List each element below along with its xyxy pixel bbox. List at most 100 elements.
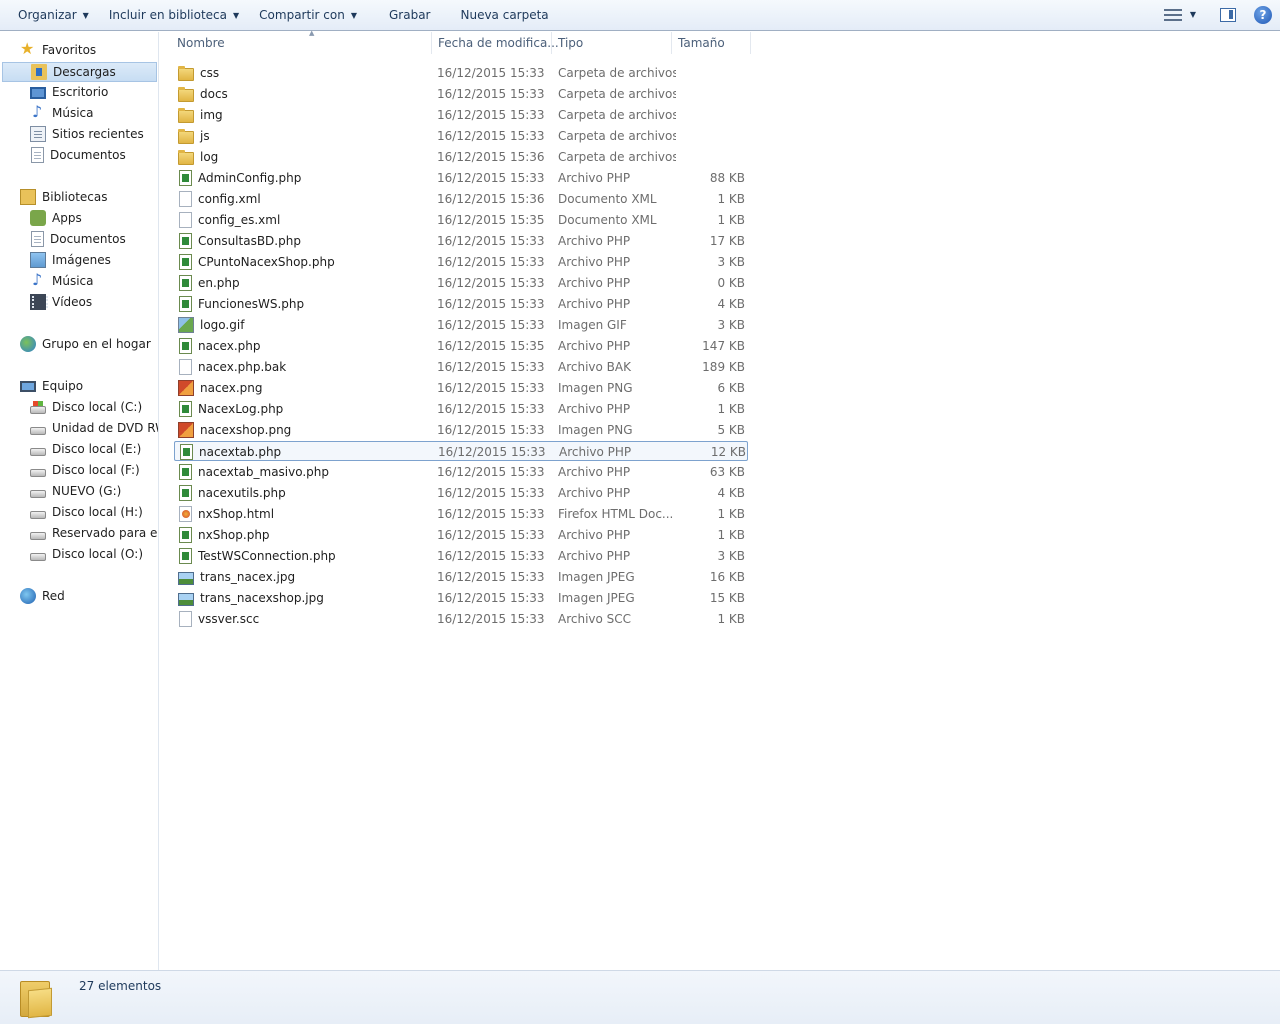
drive-icon xyxy=(30,469,46,477)
share-with-button[interactable]: Compartir con ▼ xyxy=(249,1,367,30)
file-date: 16/12/2015 15:33 xyxy=(437,612,545,626)
nav-drive-h[interactable]: Disco local (H:) xyxy=(30,502,143,522)
file-name-cell: nacexshop.png xyxy=(178,420,428,440)
file-row[interactable]: FuncionesWS.php 16/12/2015 15:33 Archivo P… xyxy=(174,294,748,314)
nav-lib-images[interactable]: Imágenes xyxy=(30,250,111,270)
nav-drive-dvd[interactable]: Unidad de DVD RW ( xyxy=(30,418,158,438)
file-size: 3 KB xyxy=(717,255,745,269)
preview-pane-icon[interactable] xyxy=(1220,7,1236,22)
file-row[interactable]: nacexshop.png 16/12/2015 15:33 Imagen PNG 5… xyxy=(174,420,748,440)
nav-music[interactable]: Música xyxy=(30,103,94,123)
nav-homegroup[interactable]: Grupo en el hogar xyxy=(20,334,151,354)
file-row[interactable]: en.php 16/12/2015 15:33 Archivo PHP 0 KB xyxy=(174,273,748,293)
file-row[interactable]: docs 16/12/2015 15:33 Carpeta de archivos xyxy=(174,84,748,104)
nav-lib-apps-label: Apps xyxy=(52,211,82,225)
command-bar: Organizar ▼ Incluir en biblioteca ▼ Compar… xyxy=(0,0,1280,31)
nav-libraries[interactable]: Bibliotecas xyxy=(20,187,107,207)
nav-documents[interactable]: Documentos xyxy=(30,145,126,165)
file-row[interactable]: nxShop.html 16/12/2015 15:33 Firefox HTML … xyxy=(174,504,748,524)
column-header-size[interactable]: Tamaño xyxy=(672,32,750,54)
file-row[interactable]: ConsultasBD.php 16/12/2015 15:33 Archivo P… xyxy=(174,231,748,251)
folder-icon xyxy=(178,107,194,123)
organize-button[interactable]: Organizar ▼ xyxy=(8,1,99,30)
nav-network[interactable]: Red xyxy=(20,586,65,606)
column-divider[interactable] xyxy=(750,32,751,54)
file-type: Archivo PHP xyxy=(558,276,631,290)
file-row[interactable]: NacexLog.php 16/12/2015 15:33 Archivo PHP 1… xyxy=(174,399,748,419)
folder-icon xyxy=(178,128,194,144)
nav-drive-c[interactable]: Disco local (C:) xyxy=(30,397,142,417)
burn-button[interactable]: Grabar xyxy=(367,1,441,30)
file-date: 16/12/2015 15:33 xyxy=(437,234,545,248)
file-row[interactable]: TestWSConnection.php 16/12/2015 15:33 Arch… xyxy=(174,546,748,566)
file-row[interactable]: nacex.png 16/12/2015 15:33 Imagen PNG 6 KB xyxy=(174,378,748,398)
nav-favorites[interactable]: Favoritos xyxy=(20,40,96,60)
php-file-icon xyxy=(179,464,192,480)
include-in-library-button[interactable]: Incluir en biblioteca ▼ xyxy=(99,1,249,30)
folder-icon xyxy=(178,86,194,102)
file-row[interactable]: vssver.scc 16/12/2015 15:33 Archivo SCC 1 K… xyxy=(174,609,748,629)
column-header-type[interactable]: Tipo xyxy=(552,32,671,54)
nav-drive-f[interactable]: Disco local (F:) xyxy=(30,460,140,480)
help-icon[interactable]: ? xyxy=(1254,5,1272,24)
chevron-down-icon: ▼ xyxy=(350,10,357,20)
file-row[interactable]: nacexutils.php 16/12/2015 15:33 Archivo PH… xyxy=(174,483,748,503)
file-name: vssver.scc xyxy=(198,612,260,626)
file-name-cell: nxShop.html xyxy=(178,504,428,524)
file-size: 5 KB xyxy=(717,423,745,437)
file-row[interactable]: config_es.xml 16/12/2015 15:35 Documento X… xyxy=(174,210,748,230)
nav-drive-reserved[interactable]: Reservado para el sis xyxy=(30,523,158,543)
column-header-type-label: Tipo xyxy=(558,36,584,50)
file-row[interactable]: trans_nacexshop.jpg 16/12/2015 15:33 Image… xyxy=(174,588,748,608)
column-header-date[interactable]: Fecha de modifica... xyxy=(432,32,559,54)
new-folder-button[interactable]: Nueva carpeta xyxy=(440,1,558,30)
file-date: 16/12/2015 15:33 xyxy=(437,570,545,584)
column-header-name[interactable]: Nombre ▲ xyxy=(171,29,432,54)
nav-downloads[interactable]: Descargas xyxy=(2,62,157,82)
nav-lib-videos[interactable]: Vídeos xyxy=(30,292,92,312)
change-view-button[interactable]: ▼ xyxy=(1163,8,1196,22)
file-name: js xyxy=(200,129,210,143)
file-type: Archivo PHP xyxy=(558,339,631,353)
nav-recent-places[interactable]: Sitios recientes xyxy=(30,124,144,144)
folder-icon xyxy=(178,65,194,81)
file-name-cell: trans_nacex.jpg xyxy=(178,567,428,587)
file-row[interactable]: nacex.php.bak 16/12/2015 15:33 Archivo BAK… xyxy=(174,357,748,377)
file-row[interactable]: js 16/12/2015 15:33 Carpeta de archivos xyxy=(174,126,748,146)
file-row[interactable]: config.xml 16/12/2015 15:36 Documento XML 1… xyxy=(174,189,748,209)
file-row[interactable]: log 16/12/2015 15:36 Carpeta de archivos xyxy=(174,147,748,167)
file-row[interactable]: css 16/12/2015 15:33 Carpeta de archivos xyxy=(174,63,748,83)
file-row[interactable]: nacex.php 16/12/2015 15:35 Archivo PHP 147 … xyxy=(174,336,748,356)
file-row[interactable]: nxShop.php 16/12/2015 15:33 Archivo PHP 1 K… xyxy=(174,525,748,545)
column-header-date-label: Fecha de modifica... xyxy=(438,36,559,50)
file-row[interactable]: nacextab.php 16/12/2015 15:33 Archivo PHP 1… xyxy=(174,441,748,461)
apps-icon xyxy=(30,210,46,226)
nav-lib-music[interactable]: Música xyxy=(30,271,94,291)
file-size xyxy=(679,84,745,104)
nav-lib-apps[interactable]: Apps xyxy=(30,208,82,228)
file-row[interactable]: nacextab_masivo.php 16/12/2015 15:33 Archi… xyxy=(174,462,748,482)
file-type: Archivo PHP xyxy=(558,234,631,248)
file-type: Archivo PHP xyxy=(558,528,631,542)
file-name-cell: FuncionesWS.php xyxy=(178,294,428,314)
nav-lib-documents[interactable]: Documentos xyxy=(30,229,126,249)
nav-drive-o[interactable]: Disco local (O:) xyxy=(30,544,143,564)
folder-icon xyxy=(178,149,194,165)
file-size: 3 KB xyxy=(717,549,745,563)
nav-drive-g[interactable]: NUEVO (G:) xyxy=(30,481,121,501)
file-size: 12 KB xyxy=(710,445,746,459)
file-name: trans_nacex.jpg xyxy=(200,570,296,584)
file-name: nacexutils.php xyxy=(198,486,286,500)
file-type: Archivo PHP xyxy=(559,445,632,459)
file-size: 3 KB xyxy=(717,318,745,332)
nav-desktop[interactable]: Escritorio xyxy=(30,82,108,102)
file-row[interactable]: CPuntoNacexShop.php 16/12/2015 15:33 Archi… xyxy=(174,252,748,272)
music-icon xyxy=(30,272,46,289)
file-row[interactable]: img 16/12/2015 15:33 Carpeta de archivos xyxy=(174,105,748,125)
file-row[interactable]: logo.gif 16/12/2015 15:33 Imagen GIF 3 KB xyxy=(174,315,748,335)
nav-computer[interactable]: Equipo xyxy=(20,376,83,396)
file-row[interactable]: AdminConfig.php 16/12/2015 15:33 Archivo P… xyxy=(174,168,748,188)
file-row[interactable]: trans_nacex.jpg 16/12/2015 15:33 Imagen JP… xyxy=(174,567,748,587)
nav-drive-e[interactable]: Disco local (E:) xyxy=(30,439,141,459)
nav-homegroup-label: Grupo en el hogar xyxy=(42,337,151,351)
